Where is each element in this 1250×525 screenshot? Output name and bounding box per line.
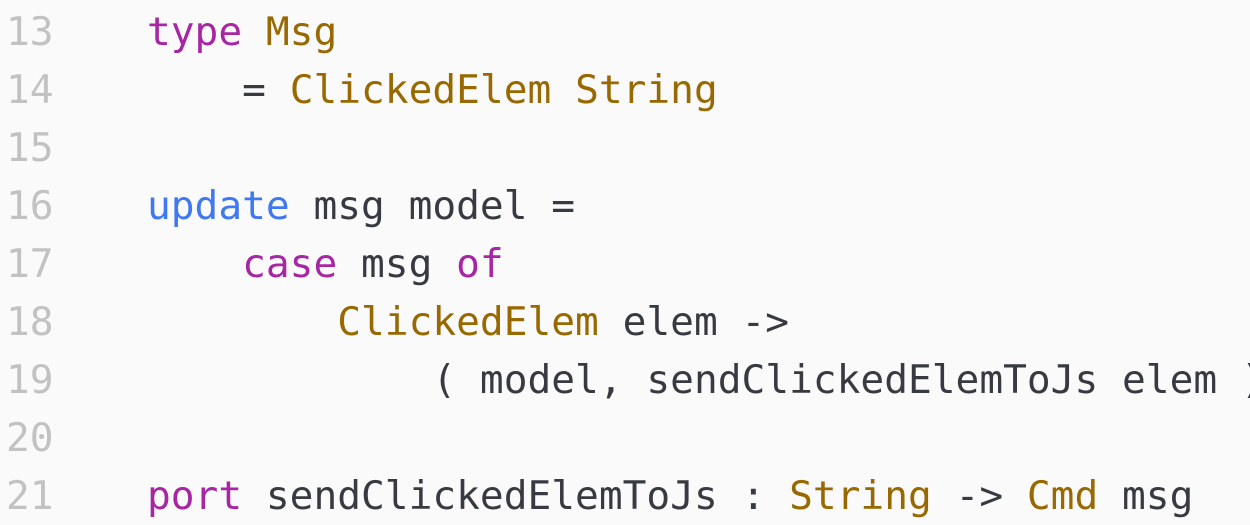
line-number: 13: [6, 9, 54, 55]
code-text[interactable]: update msg model =: [147, 177, 575, 235]
code-token: of: [456, 241, 504, 287]
code-line[interactable]: 13 type Msg: [0, 3, 1250, 61]
code-text[interactable]: = ClickedElem String: [147, 61, 718, 119]
code-text[interactable]: case msg of: [147, 235, 504, 293]
code-token: String: [789, 473, 932, 519]
code-line[interactable]: 19 ( model, sendClickedElemToJs elem ): [0, 351, 1250, 409]
code-token: ClickedElem: [289, 67, 552, 113]
line-number: 14: [6, 67, 54, 113]
code-token: =: [147, 67, 290, 113]
code-token: ( model, sendClickedElemToJs elem ): [147, 357, 1250, 403]
code-text[interactable]: ClickedElem elem ->: [147, 293, 789, 351]
code-token: elem ->: [598, 299, 790, 345]
code-token: msg: [1098, 473, 1194, 519]
line-number: 17: [6, 241, 54, 287]
code-token: sendClickedElemToJs :: [242, 473, 790, 519]
line-number: 21: [6, 473, 54, 519]
code-token: ClickedElem: [337, 299, 599, 345]
code-token: case: [242, 241, 338, 287]
code-token: port: [147, 473, 243, 519]
code-token: ->: [931, 473, 1027, 519]
line-number: 20: [6, 415, 54, 461]
code-line[interactable]: 18 ClickedElem elem ->: [0, 293, 1250, 351]
code-line[interactable]: 21 port sendClickedElemToJs : String -> C…: [0, 467, 1250, 525]
code-line[interactable]: 17 case msg of: [0, 235, 1250, 293]
code-token: msg model =: [289, 183, 576, 229]
code-line[interactable]: 20: [0, 409, 1250, 467]
line-number: 15: [6, 125, 54, 171]
line-number: 18: [6, 299, 54, 345]
code-token: type: [147, 9, 243, 55]
code-line[interactable]: 14 = ClickedElem String: [0, 61, 1250, 119]
code-text[interactable]: ( model, sendClickedElemToJs elem ): [147, 351, 1250, 409]
line-number: 19: [6, 357, 54, 403]
code-editor[interactable]: 13 type Msg 14 = ClickedElem String 15 16 upd…: [0, 0, 1250, 521]
code-token: msg: [337, 241, 457, 287]
line-number: 16: [6, 183, 54, 229]
code-line[interactable]: 15: [0, 119, 1250, 177]
code-token: Msg: [265, 9, 338, 55]
code-text[interactable]: port sendClickedElemToJs : String -> Cmd…: [147, 467, 1193, 525]
code-text[interactable]: type Msg: [147, 3, 337, 61]
code-token: String: [575, 67, 718, 113]
code-token: update: [147, 183, 290, 229]
code-token: Cmd: [1026, 473, 1099, 519]
code-line[interactable]: 16 update msg model =: [0, 177, 1250, 235]
